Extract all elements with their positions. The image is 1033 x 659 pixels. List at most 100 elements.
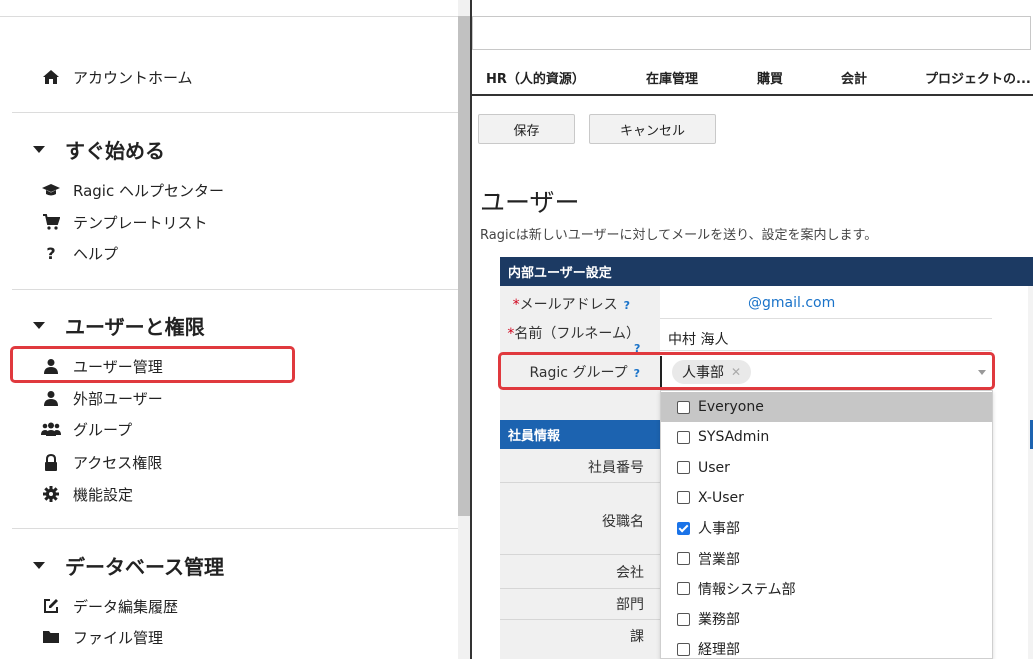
row-divider [500, 619, 660, 620]
sidebar-item-help-center[interactable]: Ragic ヘルプセンター [40, 177, 224, 203]
checkbox-icon[interactable] [677, 642, 690, 656]
row-divider [500, 554, 660, 555]
section-users-permissions[interactable]: ユーザーと権限 [33, 310, 205, 340]
tab-inventory[interactable]: 在庫管理 [646, 68, 698, 87]
graduation-cap-icon [40, 183, 62, 197]
sidebar-item-groups[interactable]: グループ [40, 416, 132, 442]
group-option-label: 情報システム部 [698, 581, 796, 598]
checkbox-icon[interactable] [677, 582, 690, 596]
email-field[interactable]: @gmail.com [748, 295, 835, 311]
group-option-label: 経理部 [698, 642, 740, 659]
group-dropdown-list: Everyone SYSAdmin User X-User 人事部営業部情報システム部業… [660, 390, 993, 659]
group-option-label: Everyone [698, 399, 764, 415]
row-divider [500, 588, 660, 589]
name-label-text: 名前（フルネーム） [514, 326, 640, 342]
folder-icon [40, 630, 62, 644]
edit-icon [40, 598, 62, 614]
sidebar-item-help[interactable]: ? ヘルプ [40, 240, 118, 266]
sidebar-item-account-home[interactable]: アカウントホーム [40, 64, 193, 90]
main-panel: HR（人的資源） 在庫管理 購買 会計 プロジェクトの... 保存 キャンセル … [470, 0, 1033, 659]
section-database-management[interactable]: データベース管理 [33, 550, 224, 580]
sidebar-top-divider [0, 16, 458, 17]
sidebar-item-label: 外部ユーザー [73, 389, 163, 408]
full-name-field[interactable]: 中村 海人 [668, 329, 728, 349]
tab-hr[interactable]: HR（人的資源） [486, 68, 585, 87]
sidebar-item-edit-history[interactable]: データ編集履歴 [40, 593, 178, 619]
group-row-highlight [498, 352, 995, 390]
checkbox-icon[interactable] [677, 461, 690, 475]
section-title: ユーザーと権限 [65, 314, 205, 339]
section-getting-started[interactable]: すぐ始める [33, 134, 165, 164]
group-option[interactable]: 経理部 [661, 634, 992, 659]
top-search-bar[interactable] [472, 16, 1031, 50]
group-option[interactable]: 人事部 [661, 513, 992, 543]
user-icon [40, 390, 62, 406]
checkbox-icon[interactable] [677, 400, 690, 414]
section-title: すぐ始める [65, 138, 165, 163]
users-group-icon [40, 422, 62, 436]
sidebar-item-label: アクセス権限 [73, 453, 163, 472]
cancel-button[interactable]: キャンセル [589, 114, 716, 144]
email-label-text: メールアドレス [519, 297, 618, 313]
tab-purchasing[interactable]: 購買 [757, 68, 783, 87]
home-icon [40, 69, 62, 85]
sidebar-item-label: ヘルプ [73, 244, 119, 263]
checkbox-checked-icon[interactable] [677, 521, 690, 535]
caret-down-icon [33, 145, 45, 153]
checkbox-icon[interactable] [677, 552, 690, 565]
row-divider [660, 350, 992, 351]
sidebar-item-label: テンプレートリスト [73, 213, 208, 232]
module-tabs: HR（人的資源） 在庫管理 購買 会計 プロジェクトの... [472, 62, 1033, 96]
group-option[interactable]: X-User [661, 483, 992, 513]
group-option[interactable]: SYSAdmin [661, 422, 992, 452]
sidebar-item-template-list[interactable]: テンプレートリスト [40, 209, 208, 235]
tab-projects[interactable]: プロジェクトの... [925, 68, 1031, 87]
group-option-label: 業務部 [698, 612, 740, 629]
sidebar-item-label: アカウントホーム [73, 68, 193, 87]
department-label: 部門 [616, 597, 644, 613]
row-divider [660, 318, 992, 319]
employee-info-header: 社員情報 [500, 420, 660, 449]
caret-down-icon [33, 321, 45, 329]
sidebar-item-access-rights[interactable]: アクセス権限 [40, 449, 162, 475]
sidebar-divider [12, 112, 458, 113]
sidebar-item-file-management[interactable]: ファイル管理 [40, 624, 163, 650]
employee-number-label: 社員番号 [588, 460, 644, 476]
group-option-label: X-User [698, 489, 744, 506]
group-option-label: 営業部 [698, 551, 740, 568]
checkbox-icon[interactable] [677, 491, 690, 505]
page-description: Ragicは新しいユーザーに対してメールを送り、設定を案内します。 [480, 228, 878, 243]
tab-accounting[interactable]: 会計 [841, 68, 867, 87]
group-option[interactable]: Everyone [661, 392, 992, 422]
gear-icon [40, 486, 62, 502]
checkbox-icon[interactable] [677, 430, 690, 444]
sidebar-item-label: ファイル管理 [73, 628, 164, 647]
group-option[interactable]: 情報システム部 [661, 574, 992, 604]
lock-icon [40, 453, 62, 471]
help-icon[interactable]: ? [624, 299, 630, 312]
sidebar-scrollbar[interactable] [458, 16, 470, 516]
group-option[interactable]: 業務部 [661, 604, 992, 634]
caret-down-icon [33, 561, 45, 569]
group-option[interactable]: 営業部 [661, 544, 992, 574]
group-option[interactable]: User [661, 453, 992, 483]
sidebar-item-label: Ragic ヘルプセンター [73, 181, 224, 200]
question-icon: ? [46, 243, 56, 263]
save-button[interactable]: 保存 [478, 114, 575, 144]
internal-user-settings-header: 内部ユーザー設定 [500, 257, 1033, 286]
group-option-label: 人事部 [698, 521, 740, 538]
name-label: *名前（フルネーム） [507, 323, 640, 343]
sidebar-item-label: データ編集履歴 [73, 597, 179, 616]
checkbox-icon[interactable] [677, 612, 690, 626]
sidebar-item-external-users[interactable]: 外部ユーザー [40, 385, 163, 411]
group-option-label: SYSAdmin [698, 429, 770, 446]
company-label: 会社 [616, 565, 644, 581]
page-title: ユーザー [480, 188, 580, 217]
row-divider [500, 482, 660, 483]
sidebar-divider [12, 289, 458, 290]
email-label: *メールアドレス? [513, 294, 630, 314]
section-title: データベース管理 [65, 554, 224, 579]
group-option-label: User [698, 459, 730, 476]
user-management-highlight [10, 346, 295, 383]
sidebar-item-feature-settings[interactable]: 機能設定 [40, 481, 133, 507]
